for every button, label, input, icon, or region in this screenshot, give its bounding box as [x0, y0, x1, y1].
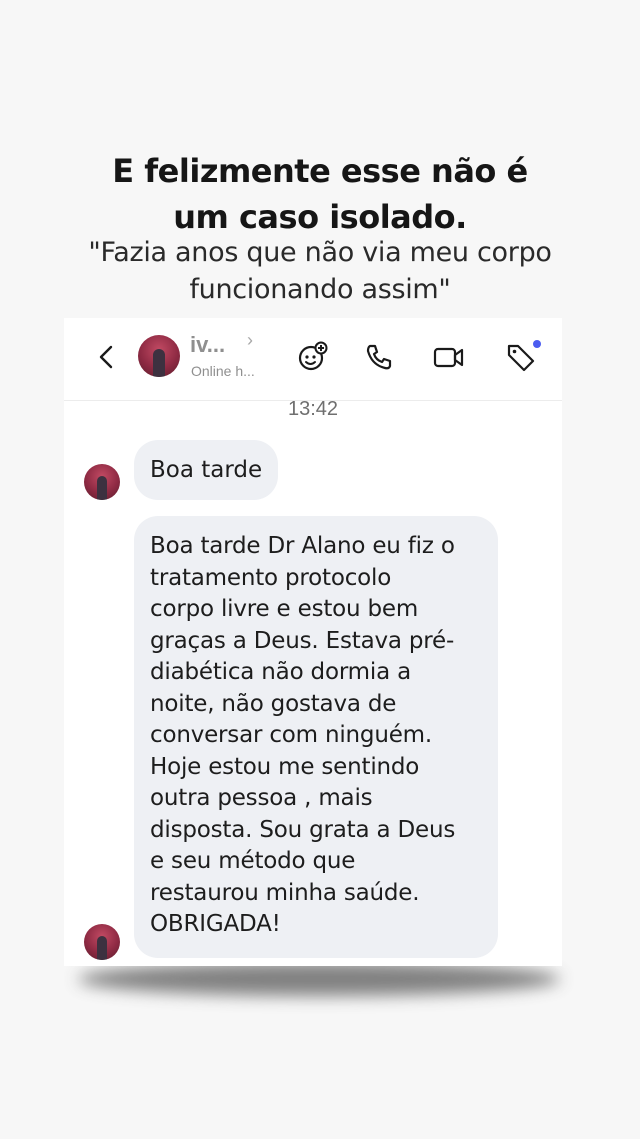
back-icon[interactable] — [92, 342, 122, 372]
message-line: restaurou minha saúde. — [150, 879, 420, 906]
message-line: e seu método que — [150, 848, 356, 874]
message-line: conversar com ninguém. — [150, 722, 432, 748]
message-line: graças a Deus. Estava pré- — [150, 627, 455, 654]
video-icon[interactable] — [432, 340, 466, 374]
chat-screenshot: iv... › Online h... 13:42 Boa tarde Boa … — [64, 318, 562, 966]
message-line: Hoje estou me sentindo — [150, 753, 420, 780]
message-line: diabética não dormia a — [150, 659, 411, 685]
message-line: outra pessoa , mais — [150, 785, 373, 811]
headline: E felizmente esse não é um caso isolado. — [0, 148, 640, 240]
message-line: OBRIGADA! — [150, 911, 281, 937]
contact-name[interactable]: iv... — [190, 332, 225, 358]
message-line: noite, não gostava de — [150, 690, 397, 717]
avatar-person-figure — [153, 349, 165, 377]
message-bubble[interactable]: Boa tarde — [134, 440, 279, 500]
message-line: tratamento protocolo — [150, 564, 392, 591]
message-line: Boa tarde Dr Alano eu fiz o — [150, 533, 455, 559]
quote-line-1: "Fazia anos que não via meu corpo — [88, 237, 552, 268]
notification-dot — [533, 340, 541, 348]
screenshot-shadow — [78, 962, 560, 996]
sender-avatar[interactable] — [84, 924, 120, 960]
message-line: corpo livre e estou bem — [150, 596, 419, 622]
testimonial-quote: "Fazia anos que não via meu corpo funcio… — [0, 234, 640, 308]
avatar-person-figure — [97, 476, 107, 500]
message-text: Boa tarde — [150, 457, 263, 483]
avatar-person-figure — [97, 936, 107, 960]
quote-line-2: funcionando assim" — [189, 274, 451, 305]
contact-avatar[interactable] — [138, 335, 180, 377]
chevron-right-icon[interactable]: › — [247, 330, 253, 351]
sticker-icon[interactable] — [295, 340, 329, 374]
contact-status: Online h... — [191, 363, 255, 379]
chat-header: iv... › Online h... — [64, 318, 562, 401]
headline-line-1: E felizmente esse não é — [112, 152, 528, 190]
message-timestamp: 13:42 — [287, 398, 339, 420]
phone-icon[interactable] — [362, 340, 396, 374]
sender-avatar[interactable] — [84, 464, 120, 500]
message-line: disposta. Sou grata a Deus — [150, 816, 456, 843]
message-bubble[interactable]: Boa tarde Dr Alano eu fiz o tratamento p… — [134, 516, 498, 958]
